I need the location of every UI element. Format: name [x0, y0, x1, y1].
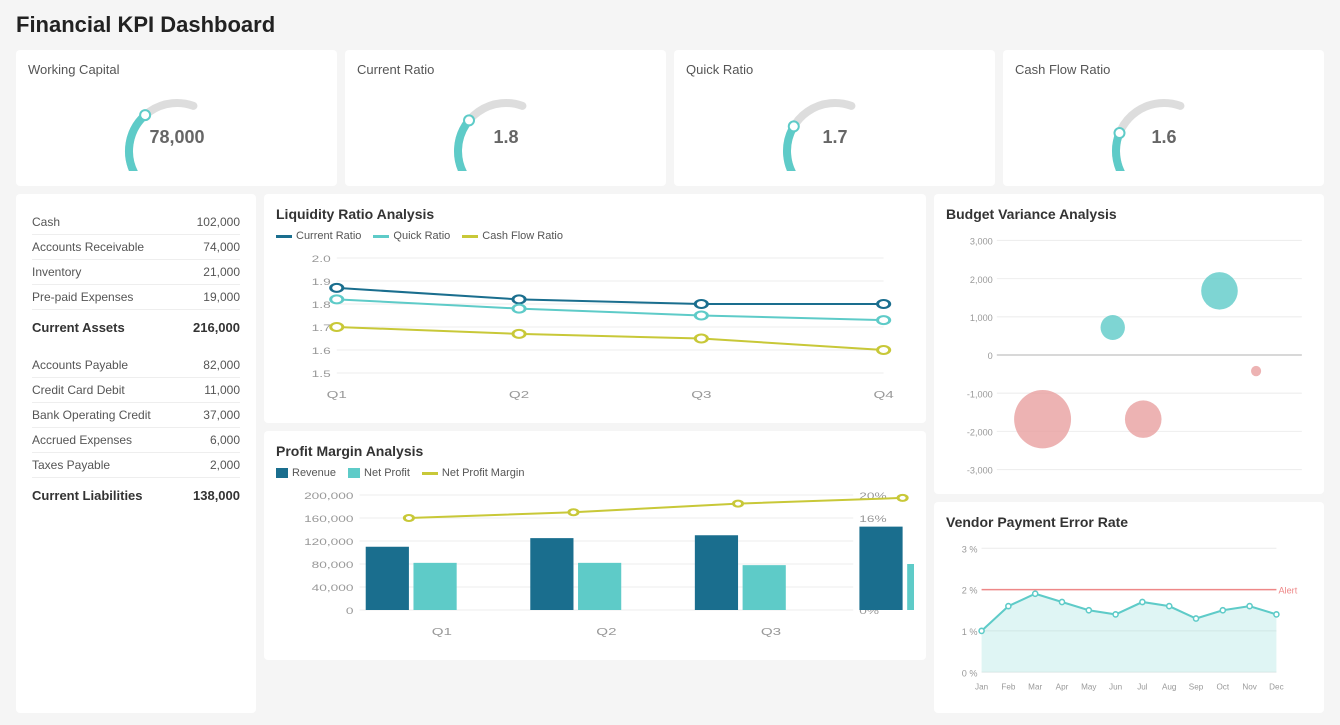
- profit-chart-card: Profit Margin Analysis Revenue Net Profit…: [264, 431, 926, 660]
- svg-text:1.7: 1.7: [312, 324, 331, 333]
- svg-text:Jul: Jul: [1137, 683, 1148, 692]
- svg-text:120,000: 120,000: [304, 538, 353, 547]
- svg-text:0 %: 0 %: [962, 668, 978, 678]
- kpi-row: Working Capital 78,000 Current Ratio 1.8…: [16, 50, 1324, 186]
- svg-text:Q4: Q4: [873, 389, 893, 401]
- kpi-card-quick-ratio: Quick Ratio 1.7: [674, 50, 995, 186]
- svg-text:Alert: Alert: [1278, 586, 1297, 596]
- svg-text:40,000: 40,000: [312, 584, 354, 593]
- svg-text:1.6: 1.6: [1151, 127, 1176, 147]
- balance-sheet-panel: Cash102,000Accounts Receivable74,000Inve…: [16, 194, 256, 713]
- page-title: Financial KPI Dashboard: [16, 12, 1324, 38]
- budget-chart-card: Budget Variance Analysis -3,000 -2,000 -1,…: [934, 194, 1324, 494]
- legend-item: Net Profit Margin: [422, 467, 525, 479]
- profit-chart: 040,00080,000120,000160,000200,0000%4%8%…: [276, 485, 914, 645]
- svg-text:Q2: Q2: [509, 389, 529, 401]
- kpi-label: Current Ratio: [357, 62, 434, 77]
- svg-text:1.8: 1.8: [312, 301, 331, 310]
- svg-text:Nov: Nov: [1242, 683, 1257, 692]
- svg-text:16%: 16%: [859, 515, 886, 524]
- liquidity-chart: 1.5 1.6 1.7 1.8 1.9 2.0 Q1 Q2 Q3 Q4: [276, 248, 914, 408]
- svg-text:-3,000: -3,000: [967, 466, 993, 476]
- svg-text:200,000: 200,000: [304, 492, 353, 501]
- balance-liability-row: Taxes Payable2,000: [32, 453, 240, 478]
- center-panel: Liquidity Ratio Analysis Current Ratio Qu…: [264, 194, 926, 713]
- current-assets-total: Current Assets216,000: [32, 314, 240, 341]
- main-content: Cash102,000Accounts Receivable74,000Inve…: [16, 194, 1324, 713]
- svg-text:1,000: 1,000: [970, 313, 993, 323]
- budget-chart: -3,000 -2,000 -1,000 0 1,000 2,000 3,000: [946, 230, 1312, 480]
- svg-text:2,000: 2,000: [970, 275, 993, 285]
- svg-text:1.5: 1.5: [312, 370, 331, 379]
- kpi-label: Working Capital: [28, 62, 120, 77]
- balance-asset-row: Accounts Receivable74,000: [32, 235, 240, 260]
- kpi-card-cash-flow-ratio: Cash Flow Ratio 1.6: [1003, 50, 1324, 186]
- svg-text:Mar: Mar: [1028, 683, 1042, 692]
- svg-text:Feb: Feb: [1001, 683, 1015, 692]
- svg-text:1.9: 1.9: [312, 278, 331, 287]
- legend-item: Current Ratio: [276, 230, 361, 242]
- kpi-label: Cash Flow Ratio: [1015, 62, 1110, 77]
- svg-text:Jan: Jan: [975, 683, 989, 692]
- liquidity-legend: Current Ratio Quick Ratio Cash Flow Ratio: [276, 230, 914, 242]
- svg-text:80,000: 80,000: [312, 561, 354, 570]
- kpi-gauge: 1.7: [775, 81, 895, 174]
- balance-liability-row: Bank Operating Credit37,000: [32, 403, 240, 428]
- svg-text:Apr: Apr: [1056, 683, 1069, 692]
- balance-liability-row: Credit Card Debit11,000: [32, 378, 240, 403]
- svg-text:Q1: Q1: [432, 626, 452, 638]
- svg-text:78,000: 78,000: [149, 127, 204, 147]
- profit-title: Profit Margin Analysis: [276, 443, 914, 459]
- svg-text:1.6: 1.6: [312, 347, 331, 356]
- balance-asset-row: Cash102,000: [32, 210, 240, 235]
- svg-text:-2,000: -2,000: [967, 427, 993, 437]
- vendor-chart-card: Vendor Payment Error Rate 0 % 1 % 2 % 3 % Al…: [934, 502, 1324, 713]
- svg-text:Q2: Q2: [596, 626, 616, 638]
- svg-text:2.0: 2.0: [312, 255, 331, 264]
- svg-text:0: 0: [346, 607, 354, 616]
- kpi-card-current-ratio: Current Ratio 1.8: [345, 50, 666, 186]
- profit-legend: Revenue Net Profit Net Profit Margin: [276, 467, 914, 479]
- svg-text:2 %: 2 %: [962, 586, 978, 596]
- svg-text:3 %: 3 %: [962, 544, 978, 554]
- svg-text:0: 0: [988, 351, 993, 361]
- svg-text:May: May: [1081, 683, 1097, 692]
- svg-text:-1,000: -1,000: [967, 389, 993, 399]
- balance-asset-row: Inventory21,000: [32, 260, 240, 285]
- kpi-gauge: 1.6: [1104, 81, 1224, 174]
- kpi-card-working-capital: Working Capital 78,000: [16, 50, 337, 186]
- svg-text:Aug: Aug: [1162, 683, 1177, 692]
- vendor-chart: 0 % 1 % 2 % 3 % Alert Jan Feb Mar Apr May Jun Jul Au…: [946, 538, 1312, 698]
- svg-text:1 %: 1 %: [962, 627, 978, 637]
- svg-text:160,000: 160,000: [304, 515, 353, 524]
- kpi-gauge: 78,000: [117, 81, 237, 174]
- balance-asset-row: Pre-paid Expenses19,000: [32, 285, 240, 310]
- balance-liability-row: Accrued Expenses6,000: [32, 428, 240, 453]
- vendor-title: Vendor Payment Error Rate: [946, 514, 1312, 530]
- legend-item: Cash Flow Ratio: [462, 230, 563, 242]
- legend-item: Quick Ratio: [373, 230, 450, 242]
- balance-liability-row: Accounts Payable82,000: [32, 353, 240, 378]
- current-liabilities-total: Current Liabilities138,000: [32, 482, 240, 509]
- svg-text:Q3: Q3: [761, 626, 781, 638]
- svg-text:1.8: 1.8: [493, 127, 518, 147]
- svg-text:1.7: 1.7: [822, 127, 847, 147]
- legend-item: Revenue: [276, 467, 336, 479]
- kpi-gauge: 1.8: [446, 81, 566, 174]
- budget-title: Budget Variance Analysis: [946, 206, 1312, 222]
- kpi-label: Quick Ratio: [686, 62, 753, 77]
- svg-text:Jun: Jun: [1109, 683, 1123, 692]
- svg-text:Q3: Q3: [691, 389, 711, 401]
- liquidity-title: Liquidity Ratio Analysis: [276, 206, 914, 222]
- legend-item: Net Profit: [348, 467, 410, 479]
- svg-text:3,000: 3,000: [970, 236, 993, 246]
- right-panel: Budget Variance Analysis -3,000 -2,000 -1,…: [934, 194, 1324, 713]
- dashboard: Financial KPI Dashboard Working Capital …: [0, 0, 1340, 725]
- svg-text:Q1: Q1: [327, 389, 347, 401]
- liquidity-chart-card: Liquidity Ratio Analysis Current Ratio Qu…: [264, 194, 926, 423]
- svg-text:Sep: Sep: [1189, 683, 1204, 692]
- svg-text:Dec: Dec: [1269, 683, 1283, 692]
- svg-text:Oct: Oct: [1216, 683, 1229, 692]
